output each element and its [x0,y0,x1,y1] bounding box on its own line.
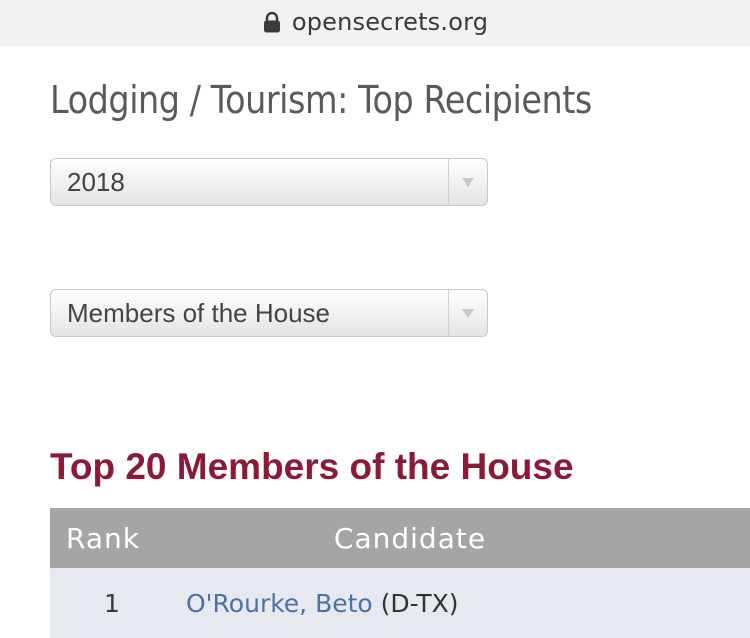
candidate-party: (D-TX) [380,588,459,618]
page-title: Lodging / Tourism: Top Recipients [50,78,592,122]
chamber-select[interactable]: Members of the House [50,289,488,337]
cycle-select[interactable]: 2018 [50,158,488,206]
cycle-select-arrow[interactable] [448,159,487,205]
chamber-select-value[interactable]: Members of the House [51,298,448,329]
chevron-down-icon [462,308,474,318]
table-row: 1 O'Rourke, Beto (D-TX) [50,568,750,638]
candidate-cell: O'Rourke, Beto (D-TX) [180,589,750,618]
section-heading: Top 20 Members of the House [50,446,574,487]
url-text[interactable]: opensecrets.org [292,8,488,36]
column-header-rank[interactable]: Rank [50,522,180,555]
recipients-table: Rank Candidate 1 O'Rourke, Beto (D-TX) [50,508,750,638]
candidate-link[interactable]: O'Rourke, Beto [186,589,373,618]
lock-icon [262,11,282,33]
url-container[interactable]: opensecrets.org [262,8,488,36]
column-header-candidate[interactable]: Candidate [180,522,750,555]
browser-url-bar[interactable]: opensecrets.org [0,0,750,46]
table-header: Rank Candidate [50,508,750,568]
cycle-select-value[interactable]: 2018 [51,167,448,198]
rank-cell: 1 [104,588,120,618]
chevron-down-icon [462,177,474,187]
chamber-select-arrow[interactable] [448,290,487,336]
